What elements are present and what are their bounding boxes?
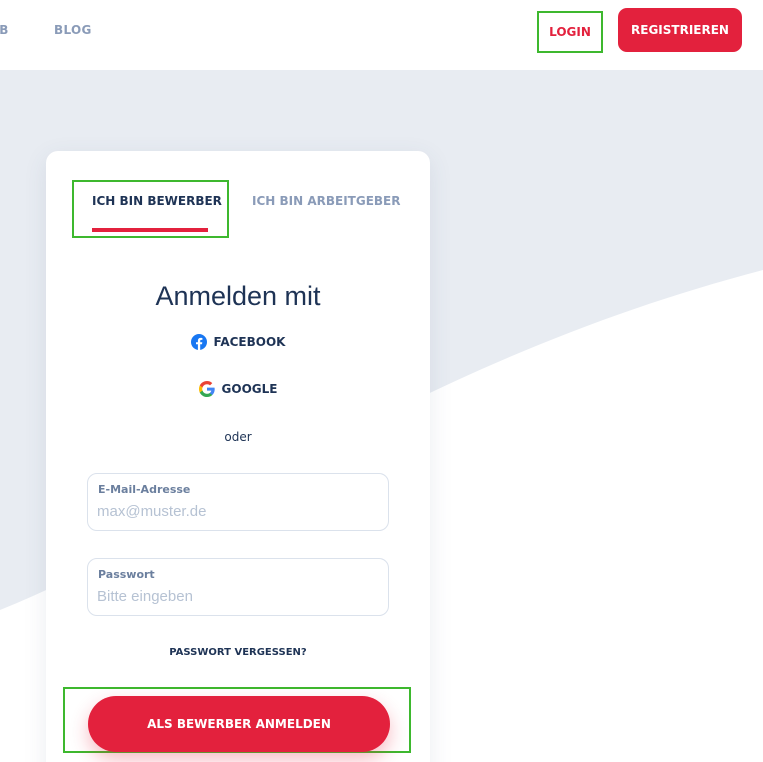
nav-link-job[interactable]: JOB bbox=[0, 23, 9, 37]
facebook-label: FACEBOOK bbox=[213, 335, 286, 349]
email-field[interactable]: E-Mail-Adresse bbox=[87, 473, 389, 531]
forgot-password-link[interactable]: PASSWORT VERGESSEN? bbox=[46, 647, 430, 658]
password-input[interactable] bbox=[97, 585, 367, 607]
google-label: GOOGLE bbox=[221, 382, 278, 396]
google-login-button[interactable]: GOOGLE bbox=[46, 381, 430, 397]
page: JOB BLOG LOGIN REGISTRIEREN ICH BIN BEWE… bbox=[0, 0, 763, 762]
login-card: ICH BIN BEWERBER ICH BIN ARBEITGEBER Anm… bbox=[46, 151, 430, 762]
password-label: Passwort bbox=[98, 568, 155, 581]
login-title: Anmelden mit bbox=[155, 281, 321, 311]
login-submit-button[interactable]: ALS BEWERBER ANMELDEN bbox=[88, 696, 390, 752]
tab-bewerber-label: ICH BIN BEWERBER bbox=[92, 194, 222, 208]
email-input[interactable] bbox=[97, 500, 367, 522]
facebook-login-button[interactable]: FACEBOOK bbox=[46, 334, 430, 350]
password-field[interactable]: Passwort bbox=[87, 558, 389, 616]
facebook-icon bbox=[190, 334, 207, 350]
register-button[interactable]: REGISTRIEREN bbox=[618, 8, 742, 52]
top-navigation: JOB BLOG LOGIN REGISTRIEREN bbox=[0, 0, 763, 70]
nav-link-blog[interactable]: BLOG bbox=[54, 23, 92, 37]
login-button[interactable]: LOGIN bbox=[537, 11, 603, 53]
email-label: E-Mail-Adresse bbox=[98, 483, 191, 496]
tab-arbeitgeber[interactable]: ICH BIN ARBEITGEBER bbox=[252, 180, 402, 238]
google-icon bbox=[198, 381, 215, 397]
tab-arbeitgeber-label: ICH BIN ARBEITGEBER bbox=[252, 194, 401, 208]
submit-highlight: ALS BEWERBER ANMELDEN bbox=[63, 687, 411, 753]
tab-bewerber[interactable]: ICH BIN BEWERBER bbox=[72, 180, 229, 238]
separator-text: oder bbox=[224, 430, 252, 444]
active-tab-indicator bbox=[92, 228, 208, 232]
